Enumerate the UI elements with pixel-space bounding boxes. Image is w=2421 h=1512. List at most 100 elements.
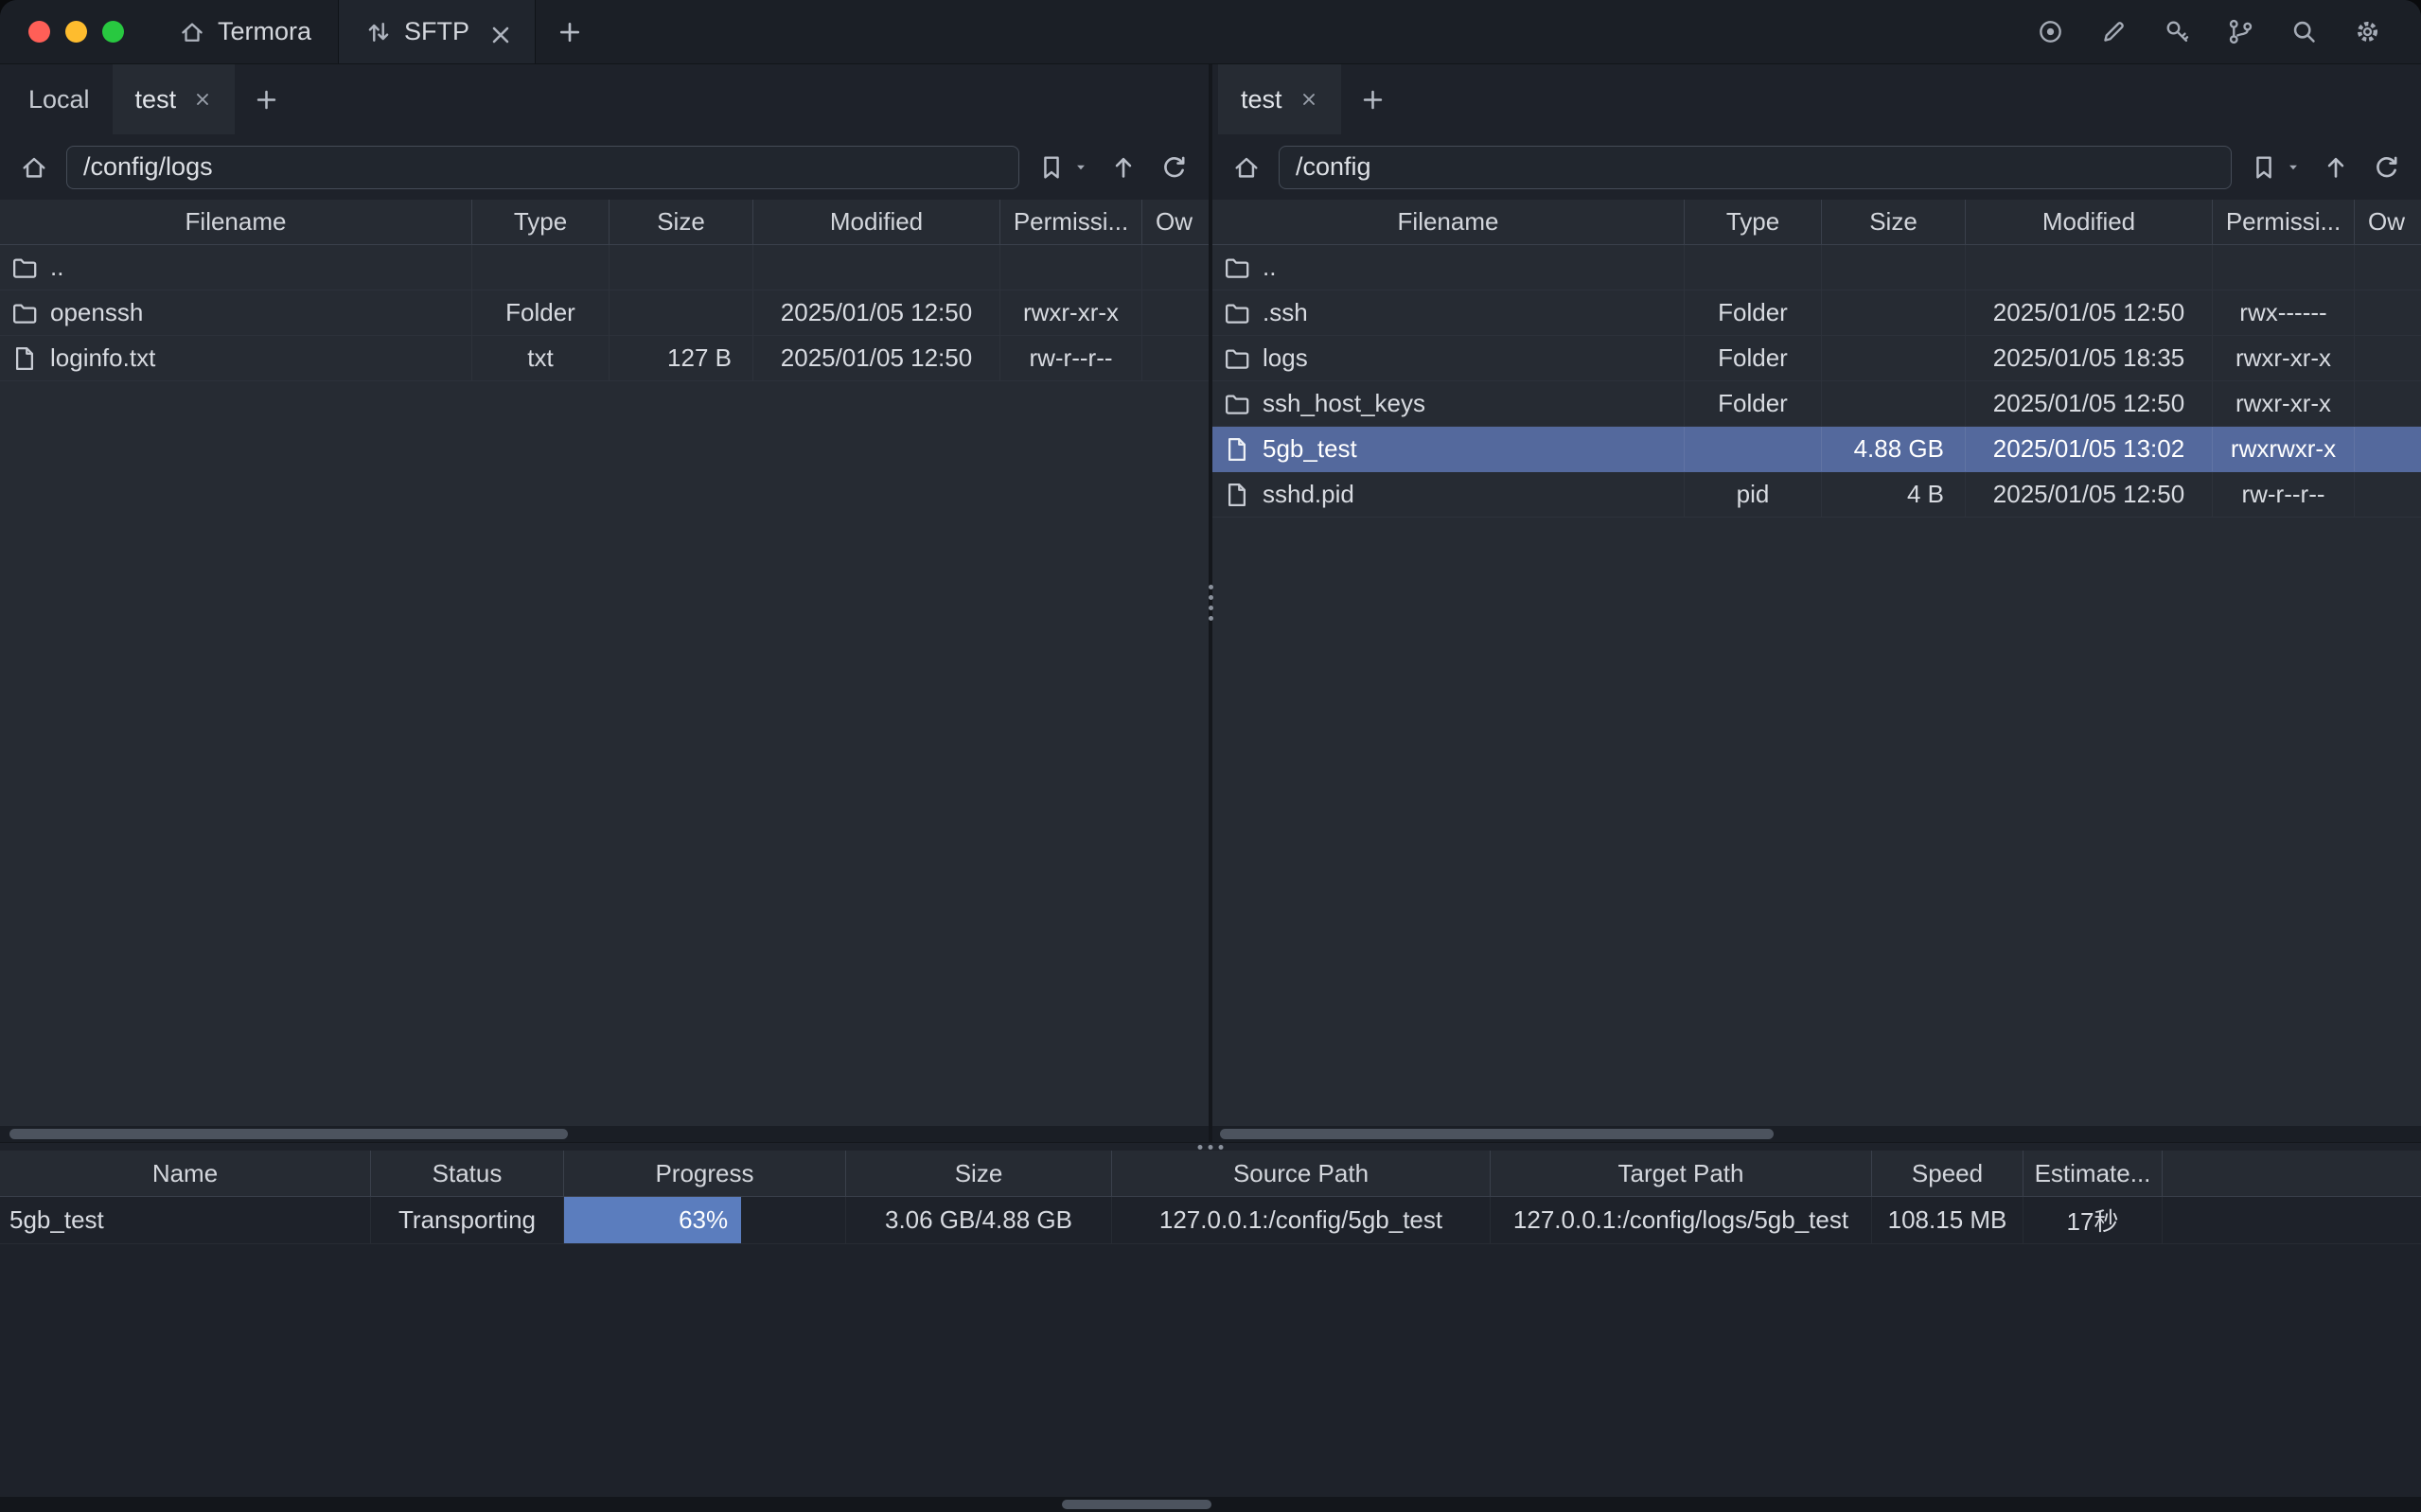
file-type: Folder — [472, 290, 610, 335]
left-refresh-button[interactable] — [1156, 147, 1193, 188]
right-file-table: Filename Type Size Modified Permissi... … — [1212, 200, 2421, 1142]
right-refresh-button[interactable] — [2368, 147, 2406, 188]
file-size: 4.88 GB — [1822, 427, 1966, 471]
left-up-directory-button[interactable] — [1104, 147, 1142, 188]
transfer-estimate: 17秒 — [2023, 1197, 2163, 1243]
column-header-size[interactable]: Size — [846, 1151, 1112, 1196]
plus-icon — [1360, 87, 1386, 113]
file-size — [1822, 381, 1966, 426]
settings-gear-icon[interactable] — [2354, 18, 2381, 45]
splitter-grip-icon — [1198, 1144, 1224, 1151]
left-table-header: Filename Type Size Modified Permissi... … — [0, 200, 1209, 245]
plus-icon — [254, 87, 279, 113]
minimize-window-button[interactable] — [65, 21, 87, 43]
column-header-estimate[interactable]: Estimate... — [2023, 1151, 2163, 1196]
local-pane: Local test — [0, 64, 1209, 1142]
file-modified: 2025/01/05 12:50 — [1966, 472, 2213, 517]
bookmark-dropdown-caret-icon[interactable] — [2283, 147, 2304, 188]
file-type — [1685, 427, 1822, 471]
h-scrollbar-thumb[interactable] — [9, 1129, 568, 1139]
column-header-owner[interactable]: Ow — [1142, 200, 1209, 244]
file-type — [472, 245, 610, 290]
file-permissions — [2213, 245, 2355, 290]
refresh-icon — [2373, 153, 2401, 182]
file-modified: 2025/01/05 12:50 — [753, 290, 1000, 335]
right-new-tab-button[interactable] — [1341, 64, 1405, 134]
column-header-source-path[interactable]: Source Path — [1112, 1151, 1491, 1196]
file-modified — [1966, 245, 2213, 290]
column-header-modified[interactable]: Modified — [753, 200, 1000, 244]
transfer-row[interactable]: 5gb_test Transporting 63% 3.06 GB/4.88 G… — [0, 1197, 2421, 1244]
table-row[interactable]: ssh_host_keys Folder 2025/01/05 12:50 rw… — [1212, 381, 2421, 427]
left-path-input[interactable] — [66, 146, 1019, 189]
column-header-name[interactable]: Name — [0, 1151, 371, 1196]
bookmark-icon[interactable] — [2245, 147, 2283, 188]
edit-icon[interactable] — [2100, 18, 2128, 45]
table-row[interactable]: sshd.pid pid 4 B 2025/01/05 12:50 rw-r--… — [1212, 472, 2421, 518]
column-header-owner[interactable]: Ow — [2355, 200, 2421, 244]
column-header-modified[interactable]: Modified — [1966, 200, 2213, 244]
column-header-permissions[interactable]: Permissi... — [2213, 200, 2355, 244]
file-type: Folder — [1685, 381, 1822, 426]
tab-test-right[interactable]: test — [1218, 64, 1341, 134]
right-up-directory-button[interactable] — [2317, 147, 2355, 188]
left-new-tab-button[interactable] — [235, 64, 298, 134]
column-header-filename[interactable]: Filename — [1212, 200, 1685, 244]
table-row[interactable]: .ssh Folder 2025/01/05 12:50 rwx------ — [1212, 290, 2421, 336]
bookmark-icon[interactable] — [1033, 147, 1070, 188]
close-window-button[interactable] — [28, 21, 50, 43]
column-header-target-path[interactable]: Target Path — [1491, 1151, 1872, 1196]
right-horizontal-scrollbar — [1212, 1126, 2421, 1142]
transfer-splitter[interactable] — [0, 1142, 2421, 1151]
transfer-name: 5gb_test — [0, 1197, 371, 1243]
close-icon[interactable] — [193, 90, 212, 109]
zoom-window-button[interactable] — [102, 21, 124, 43]
close-icon[interactable] — [1299, 90, 1318, 109]
key-icon[interactable] — [2164, 18, 2191, 45]
bookmark-dropdown-caret-icon[interactable] — [1070, 147, 1091, 188]
table-row[interactable]: .. — [1212, 245, 2421, 290]
column-header-type[interactable]: Type — [472, 200, 610, 244]
folder-icon — [11, 300, 38, 326]
right-path-input[interactable] — [1279, 146, 2232, 189]
file-modified: 2025/01/05 12:50 — [753, 336, 1000, 380]
table-row[interactable]: logs Folder 2025/01/05 18:35 rwxr-xr-x — [1212, 336, 2421, 381]
transfer-panel: Name Status Progress Size Source Path Ta… — [0, 1151, 2421, 1497]
file-icon — [1224, 482, 1250, 508]
h-scrollbar-thumb[interactable] — [1062, 1500, 1211, 1509]
file-name: 5gb_test — [1263, 434, 1357, 464]
pane-splitter[interactable] — [1209, 64, 1212, 1142]
tab-local[interactable]: Local — [6, 64, 113, 134]
tab-sftp[interactable]: SFTP — [338, 0, 536, 63]
column-header-filename[interactable]: Filename — [0, 200, 472, 244]
left-home-button[interactable] — [15, 147, 53, 188]
splitter-grip-icon — [1206, 585, 1215, 621]
folder-icon — [1224, 391, 1250, 417]
branch-icon[interactable] — [2227, 18, 2254, 45]
column-header-progress[interactable]: Progress — [564, 1151, 846, 1196]
new-tab-button[interactable] — [536, 0, 604, 63]
record-icon[interactable] — [2037, 18, 2064, 45]
tab-test-left[interactable]: test — [113, 64, 236, 134]
column-header-size[interactable]: Size — [610, 200, 753, 244]
table-row[interactable]: .. — [0, 245, 1209, 290]
file-modified: 2025/01/05 12:50 — [1966, 290, 2213, 335]
file-size — [1822, 290, 1966, 335]
right-table-empty-area — [1212, 518, 2421, 1126]
table-row[interactable]: loginfo.txt txt 127 B 2025/01/05 12:50 r… — [0, 336, 1209, 381]
column-header-status[interactable]: Status — [371, 1151, 564, 1196]
table-row-selected[interactable]: 5gb_test 4.88 GB 2025/01/05 13:02 rwxrwx… — [1212, 427, 2421, 472]
left-horizontal-scrollbar — [0, 1126, 1209, 1142]
close-icon[interactable] — [487, 22, 508, 43]
table-row[interactable]: openssh Folder 2025/01/05 12:50 rwxr-xr-… — [0, 290, 1209, 336]
column-header-type[interactable]: Type — [1685, 200, 1822, 244]
file-name: sshd.pid — [1263, 480, 1354, 509]
progress-percent: 63% — [679, 1205, 728, 1235]
tab-termora[interactable]: Termora — [152, 0, 338, 63]
column-header-size[interactable]: Size — [1822, 200, 1966, 244]
search-icon[interactable] — [2290, 18, 2318, 45]
h-scrollbar-thumb[interactable] — [1220, 1129, 1774, 1139]
column-header-permissions[interactable]: Permissi... — [1000, 200, 1142, 244]
column-header-speed[interactable]: Speed — [1872, 1151, 2023, 1196]
right-home-button[interactable] — [1228, 147, 1265, 188]
